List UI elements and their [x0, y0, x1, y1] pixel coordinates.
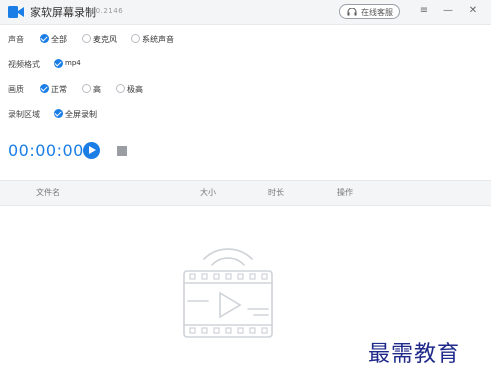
sound-mic-radio[interactable] [82, 34, 91, 43]
minimize-button[interactable]: — [441, 4, 455, 18]
column-duration: 时长 [268, 188, 284, 197]
column-size: 大小 [200, 188, 216, 197]
watermark-text: 最需教育 [368, 342, 461, 367]
sound-system-label: 系统声音 [142, 35, 174, 44]
area-fullscreen-radio[interactable] [54, 109, 63, 118]
format-mp4-label: mp4 [65, 59, 81, 67]
empty-video-illustration [183, 248, 273, 338]
menu-button[interactable]: ≡ [417, 4, 431, 18]
sound-label: 声音 [8, 35, 24, 44]
format-label: 视频格式 [8, 60, 40, 69]
sound-system-radio[interactable] [131, 34, 140, 43]
sound-all-label: 全部 [51, 35, 67, 44]
quality-ultra-label: 极高 [127, 85, 143, 94]
area-fullscreen-label: 全屏录制 [65, 110, 97, 119]
online-service-button[interactable]: 在线客服 [339, 4, 400, 19]
column-actions: 操作 [337, 188, 353, 197]
quality-normal-radio[interactable] [40, 84, 49, 93]
quality-high-label: 高 [93, 85, 101, 94]
headset-icon [347, 8, 357, 16]
file-table-header: 文件名 大小 时长 操作 [0, 180, 491, 206]
timer-display: 00:00:00 [8, 141, 84, 160]
app-title: 家软屏幕录制 [30, 6, 96, 19]
area-label: 录制区域 [8, 110, 40, 119]
column-filename: 文件名 [36, 188, 60, 197]
format-mp4-radio[interactable] [54, 59, 63, 68]
version-label: 1.0.2146 [88, 7, 124, 15]
sound-all-radio[interactable] [40, 34, 49, 43]
quality-normal-label: 正常 [51, 85, 67, 94]
quality-label: 画质 [8, 85, 24, 94]
stop-record-button[interactable] [117, 146, 127, 156]
quality-high-radio[interactable] [82, 84, 91, 93]
video-camera-icon [8, 6, 24, 18]
title-bar: 家软屏幕录制 1.0.2146 在线客服 ≡ — ✕ [0, 0, 491, 25]
quality-ultra-radio[interactable] [116, 84, 125, 93]
close-button[interactable]: ✕ [466, 4, 480, 18]
start-record-button[interactable] [83, 142, 100, 159]
sound-mic-label: 麦克风 [93, 35, 117, 44]
online-service-label: 在线客服 [361, 8, 393, 17]
